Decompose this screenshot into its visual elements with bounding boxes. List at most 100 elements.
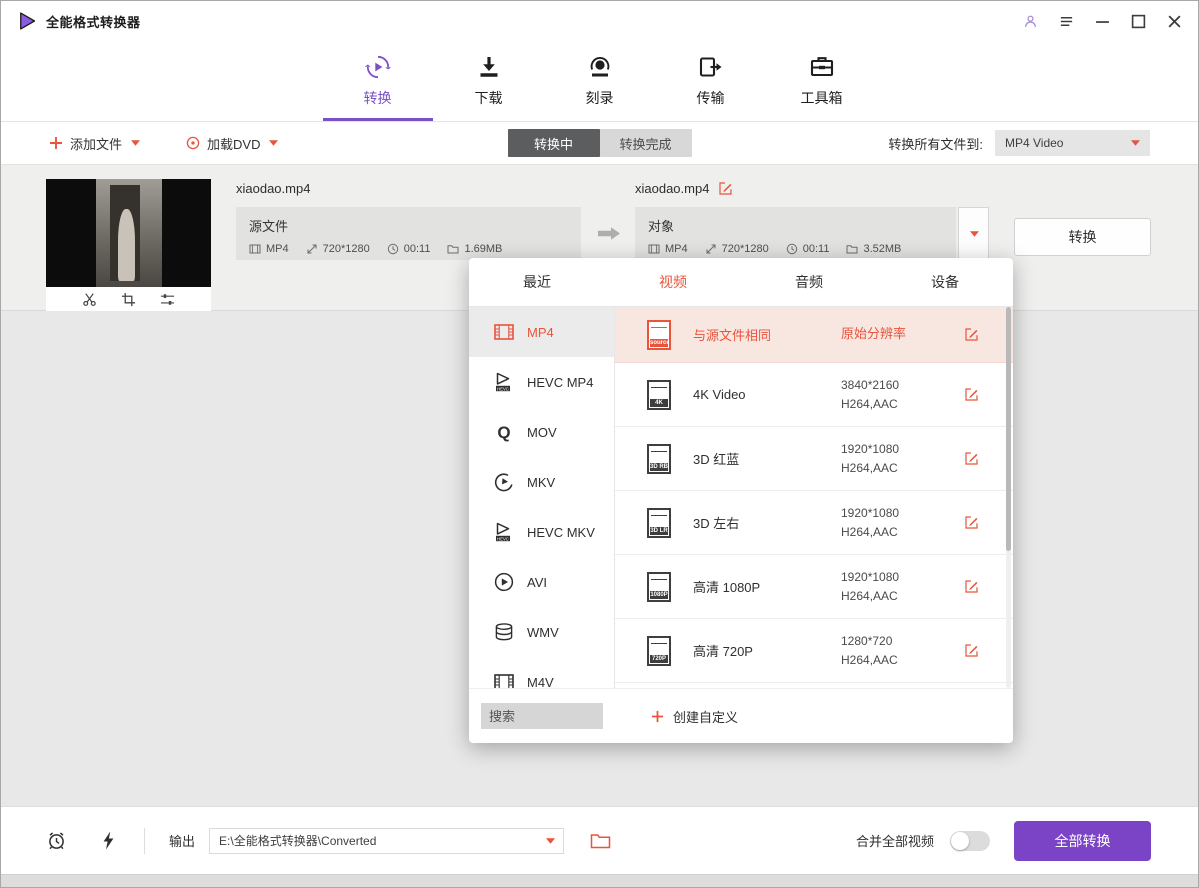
nav-tab-download[interactable]: 下载 bbox=[456, 41, 522, 121]
crop-icon[interactable] bbox=[121, 292, 136, 307]
preset-row[interactable]: 3D RB3D 红蓝1920*1080H264,AAC bbox=[615, 427, 1013, 491]
load-dvd-button[interactable]: 加载DVD bbox=[186, 134, 278, 153]
target-format-dropdown-button[interactable] bbox=[958, 207, 989, 260]
target-file-name: xiaodao.mp4 bbox=[635, 181, 709, 196]
app-logo-icon bbox=[17, 11, 37, 31]
target-file-name-row: xiaodao.mp4 bbox=[635, 179, 989, 198]
edit-preset-icon[interactable] bbox=[964, 451, 979, 466]
popup-tab-recent[interactable]: 最近 bbox=[469, 258, 605, 306]
nav-tab-label: 工具箱 bbox=[801, 88, 843, 108]
preset-row[interactable]: 1080P高清 1080P1920*1080H264,AAC bbox=[615, 555, 1013, 619]
folder-icon bbox=[447, 243, 459, 255]
user-account-icon[interactable] bbox=[1023, 14, 1038, 29]
create-custom-button[interactable]: 创建自定义 bbox=[651, 707, 738, 726]
edit-preset-icon[interactable] bbox=[964, 387, 979, 402]
caret-down-icon[interactable] bbox=[546, 838, 555, 844]
edit-preset-icon[interactable] bbox=[964, 327, 979, 342]
footer: 输出 合并全部视频 全部转换 bbox=[1, 806, 1198, 874]
high-speed-icon[interactable] bbox=[101, 830, 116, 851]
format-label: HEVC MP4 bbox=[527, 375, 593, 390]
preset-row[interactable]: 720P高清 720P1280*720H264,AAC bbox=[615, 619, 1013, 683]
scrollbar-thumb[interactable] bbox=[1006, 307, 1011, 551]
plus-icon bbox=[49, 136, 63, 150]
schedule-icon[interactable] bbox=[46, 830, 67, 851]
edit-target-name-icon[interactable] bbox=[718, 181, 733, 196]
preset-format-icon: 4K bbox=[647, 380, 671, 410]
create-custom-label: 创建自定义 bbox=[673, 707, 738, 726]
close-button[interactable] bbox=[1167, 14, 1182, 29]
popup-tab-audio[interactable]: 音频 bbox=[741, 258, 877, 306]
output-format-dropdown[interactable]: MP4 Video bbox=[995, 130, 1150, 156]
hevc-icon: HEVC bbox=[493, 371, 515, 393]
popup-tab-video[interactable]: 视频 bbox=[605, 258, 741, 306]
format-item-hevc-mkv[interactable]: HEVCHEVC MKV bbox=[469, 507, 614, 557]
output-path-wrap bbox=[209, 828, 564, 854]
video-thumbnail[interactable] bbox=[46, 179, 211, 287]
output-path-input[interactable] bbox=[209, 828, 564, 854]
preset-badge: 1080P bbox=[650, 591, 668, 599]
open-folder-icon[interactable] bbox=[590, 832, 611, 850]
nav-tab-convert[interactable]: 转换 bbox=[345, 41, 411, 121]
trim-icon[interactable] bbox=[82, 292, 97, 307]
nav-tab-label: 刻录 bbox=[586, 88, 614, 108]
scrollbar-track[interactable] bbox=[1006, 307, 1011, 688]
toolbox-icon bbox=[809, 54, 835, 80]
svg-text:HEVC: HEVC bbox=[497, 386, 509, 391]
add-file-label: 添加文件 bbox=[70, 134, 122, 153]
format-item-wmv[interactable]: WMV bbox=[469, 607, 614, 657]
convert-all-button[interactable]: 全部转换 bbox=[1014, 821, 1151, 861]
preset-format-icon: 3D LR bbox=[647, 508, 671, 538]
format-item-avi[interactable]: AVI bbox=[469, 557, 614, 607]
preset-name: 3D 左右 bbox=[693, 513, 841, 532]
minimize-button[interactable] bbox=[1095, 14, 1110, 29]
convert-icon bbox=[365, 54, 391, 80]
preset-format-icon: 1080P bbox=[647, 572, 671, 602]
edit-preset-icon[interactable] bbox=[964, 579, 979, 594]
source-section: xiaodao.mp4 源文件 MP4 720*1280 00:11 1.69M… bbox=[236, 179, 581, 260]
svg-text:Q: Q bbox=[497, 423, 510, 442]
merge-group: 合并全部视频 bbox=[856, 831, 990, 851]
hevc-icon: HEVC bbox=[493, 521, 515, 543]
nav-tab-burn[interactable]: 刻录 bbox=[567, 41, 633, 121]
titlebar: 全能格式转换器 bbox=[1, 1, 1198, 41]
bottom-strip bbox=[1, 874, 1198, 887]
add-file-button[interactable]: 添加文件 bbox=[49, 134, 140, 153]
effects-adjust-icon[interactable] bbox=[160, 292, 175, 307]
format-item-mov[interactable]: QMOV bbox=[469, 407, 614, 457]
tab-converting[interactable]: 转换中 bbox=[508, 129, 600, 157]
target-resolution: 720*1280 bbox=[705, 243, 769, 255]
preset-badge: 4K bbox=[650, 399, 668, 407]
merge-toggle[interactable] bbox=[950, 831, 990, 851]
menu-icon[interactable] bbox=[1059, 14, 1074, 29]
preset-row[interactable]: 4K4K Video3840*2160H264,AAC bbox=[615, 363, 1013, 427]
convert-button[interactable]: 转换 bbox=[1014, 218, 1151, 256]
dvd-icon bbox=[186, 136, 200, 150]
format-item-hevc-mp4[interactable]: HEVC HEVC MP4 bbox=[469, 357, 614, 407]
format-item-mkv[interactable]: MKV bbox=[469, 457, 614, 507]
nav-tab-toolbox[interactable]: 工具箱 bbox=[789, 41, 855, 121]
queue-status-toggle: 转换中 转换完成 bbox=[508, 129, 692, 157]
nav-tabs: 转换下载刻录 传输工具箱 bbox=[345, 41, 855, 121]
preset-name: 与源文件相同 bbox=[693, 325, 841, 344]
format-item-m4v[interactable]: M4V bbox=[469, 657, 614, 688]
format-label: WMV bbox=[527, 625, 559, 640]
nav-tab-transfer[interactable]: 传输 bbox=[678, 41, 744, 121]
burn-icon bbox=[587, 54, 613, 80]
popup-tab-device[interactable]: 设备 bbox=[877, 258, 1013, 306]
search-input[interactable] bbox=[481, 703, 603, 729]
format-icon bbox=[648, 243, 660, 255]
preset-row[interactable]: 3D LR3D 左右1920*1080H264,AAC bbox=[615, 491, 1013, 555]
format-item-mp4[interactable]: MP4 bbox=[469, 307, 614, 357]
preset-detail: 1920*1080H264,AAC bbox=[841, 568, 899, 605]
thumbnail-image bbox=[96, 179, 162, 287]
divider bbox=[144, 828, 145, 854]
edit-preset-icon[interactable] bbox=[964, 515, 979, 530]
format-list: MP4 HEVC HEVC MP4 QMOVMKVHEVCHEVC MKVAVI WMV… bbox=[469, 307, 615, 688]
edit-preset-icon[interactable] bbox=[964, 643, 979, 658]
m4v-icon bbox=[493, 671, 515, 688]
preset-detail: 3840*2160H264,AAC bbox=[841, 376, 899, 413]
preset-row-source[interactable]: source 与源文件相同 原始分辨率 bbox=[615, 307, 1013, 363]
tab-completed[interactable]: 转换完成 bbox=[600, 129, 692, 157]
toolbar: 添加文件 加载DVD 转换中 转换完成 转换所有文件到: MP4 Video bbox=[1, 122, 1198, 165]
maximize-button[interactable] bbox=[1131, 14, 1146, 29]
